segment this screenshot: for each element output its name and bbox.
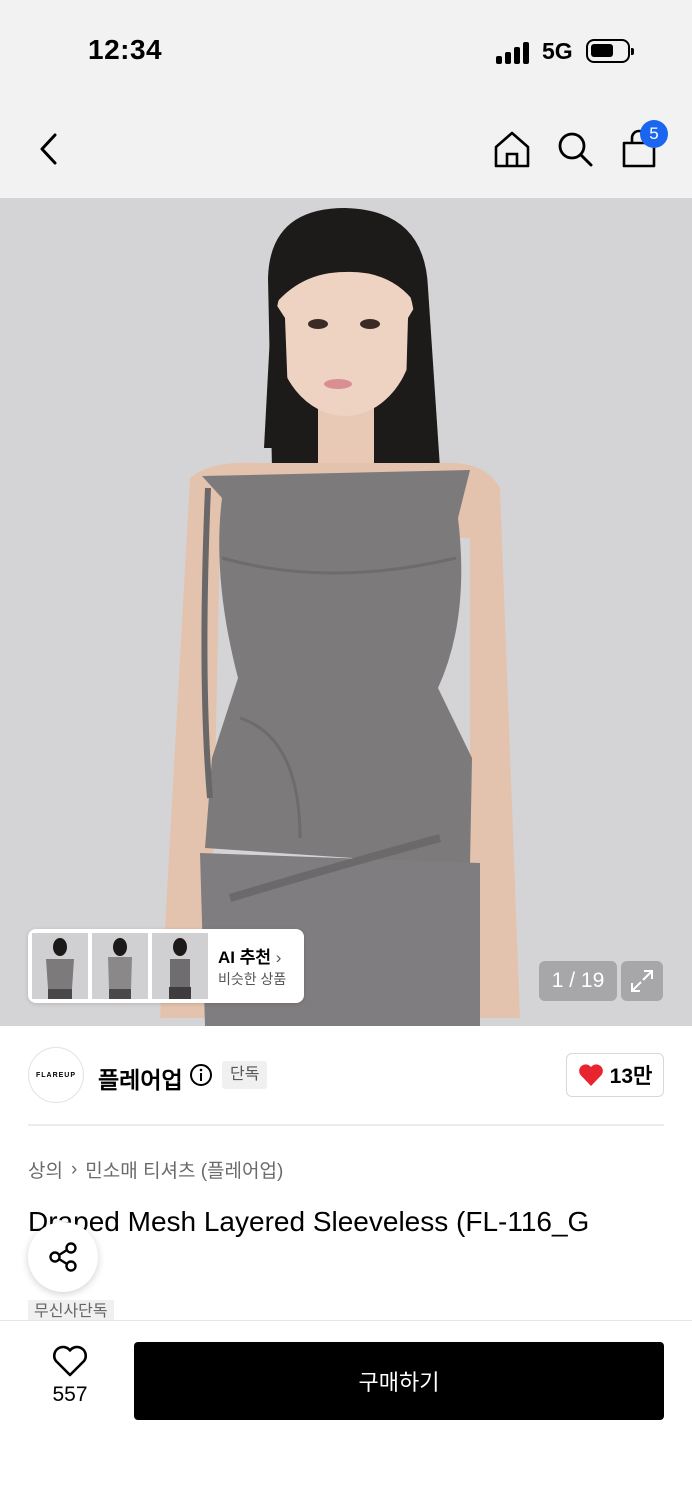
product-title: Draped Mesh Layered Sleeveless (FL-116_G <box>28 1206 590 1237</box>
status-time: 12:34 <box>88 34 163 65</box>
expand-button[interactable] <box>621 961 663 1001</box>
cart-button[interactable]: 5 <box>614 120 668 176</box>
home-button[interactable] <box>487 122 537 176</box>
cart-count-badge: 5 <box>640 120 668 148</box>
expand-icon <box>631 970 653 992</box>
image-counter: 1 / 19 <box>539 961 617 1001</box>
brand-logo[interactable]: FLAREUP <box>28 1047 84 1103</box>
search-button[interactable] <box>550 122 600 176</box>
back-button[interactable] <box>24 122 74 176</box>
info-icon[interactable] <box>189 1063 213 1087</box>
search-icon <box>558 132 593 167</box>
wishlist-count: 557 <box>52 1383 88 1406</box>
ai-thumbnail[interactable] <box>92 933 148 999</box>
chevron-right-icon: › <box>275 948 282 967</box>
home-icon <box>494 131 530 168</box>
breadcrumb: 상의 › 민소매 티셔츠 (플레어업) <box>28 1156 283 1183</box>
buy-button[interactable]: 구매하기 <box>134 1342 664 1420</box>
divider <box>28 1124 664 1126</box>
chevron-left-icon <box>40 133 57 165</box>
product-photo-illustration <box>0 198 692 1026</box>
ai-reco-title: AI 추천 › <box>218 948 282 967</box>
ai-recommendation-card[interactable]: AI 추천 › 비슷한 상품 <box>28 929 304 1003</box>
ai-reco-subtitle: 비슷한 상품 <box>218 971 287 987</box>
breadcrumb-subcategory[interactable]: 민소매 티셔츠 (플레어업) <box>85 1156 283 1183</box>
signal-icon <box>496 40 534 64</box>
network-type: 5G <box>542 38 573 64</box>
musinsa-exclusive-badge: 무신사단독 <box>28 1300 114 1322</box>
exclusive-tag: 단독 <box>222 1061 268 1089</box>
ai-thumbnail[interactable] <box>152 933 208 999</box>
ai-thumbnail[interactable] <box>32 933 88 999</box>
battery-icon <box>586 39 634 63</box>
brand-name[interactable]: 플레어업 <box>98 1061 183 1095</box>
brand-like-button[interactable]: 13만 <box>566 1053 664 1097</box>
status-bar: 12:34 5G <box>0 0 692 100</box>
heart-outline-icon <box>53 1345 87 1377</box>
share-button[interactable] <box>28 1222 98 1292</box>
bottom-action-bar: 557 구매하기 <box>0 1320 692 1500</box>
top-nav: 5 <box>0 100 692 198</box>
brand-like-count: 13만 <box>609 1065 653 1088</box>
share-icon <box>49 1242 77 1272</box>
breadcrumb-category[interactable]: 상의 <box>28 1156 63 1183</box>
product-image[interactable]: AI 추천 › 비슷한 상품 1 / 19 <box>0 198 692 1026</box>
chevron-right-icon: › <box>70 1158 78 1180</box>
heart-filled-icon <box>578 1064 603 1086</box>
wishlist-button[interactable]: 557 <box>34 1345 106 1415</box>
